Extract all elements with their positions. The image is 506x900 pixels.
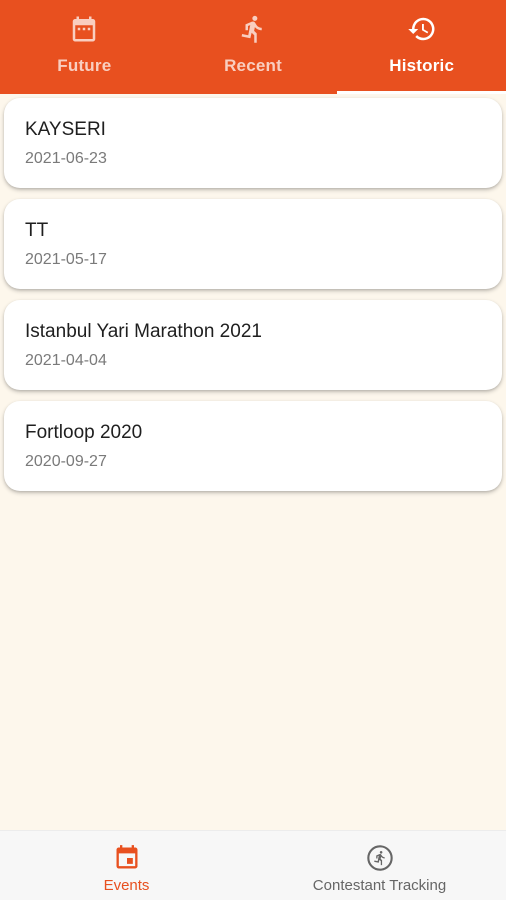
active-tab-indicator — [337, 91, 506, 94]
event-date: 2021-05-17 — [25, 251, 107, 268]
nav-events[interactable]: Events — [0, 831, 253, 900]
running-icon — [241, 15, 262, 43]
nav-contestant-tracking-label: Contestant Tracking — [312, 877, 447, 894]
event-card[interactable]: Fortloop 2020 2020-09-27 — [4, 401, 502, 491]
event-title: KAYSERI — [25, 119, 106, 140]
nav-events-label: Events — [103, 877, 150, 894]
event-date: 2021-04-04 — [25, 352, 107, 369]
runner-circle-icon — [366, 845, 393, 871]
event-card[interactable]: TT 2021-05-17 — [4, 199, 502, 289]
event-list: KAYSERI 2021-06-23 TT 2021-05-17 Istanbu… — [4, 98, 502, 502]
tab-future[interactable]: Future — [0, 0, 169, 94]
event-title: Istanbul Yari Marathon 2021 — [25, 321, 262, 342]
nav-contestant-tracking[interactable]: Contestant Tracking — [253, 831, 506, 900]
tab-future-label: Future — [57, 56, 112, 75]
tab-historic[interactable]: Historic — [337, 0, 506, 94]
bottom-navigation: Events Contestant Tracking — [0, 830, 506, 900]
event-card[interactable]: KAYSERI 2021-06-23 — [4, 98, 502, 188]
event-title: TT — [25, 220, 49, 241]
event-title: Fortloop 2020 — [25, 422, 143, 443]
event-date: 2021-06-23 — [25, 150, 107, 167]
top-tab-bar: Future Recent Historic — [0, 0, 506, 94]
event-date: 2020-09-27 — [25, 453, 107, 470]
tab-recent-label: Recent — [224, 56, 282, 75]
calendar-icon — [73, 16, 96, 42]
tab-historic-label: Historic — [389, 56, 455, 75]
history-icon — [407, 17, 435, 41]
tab-recent[interactable]: Recent — [169, 0, 338, 94]
event-calendar-icon — [116, 845, 137, 869]
event-card[interactable]: Istanbul Yari Marathon 2021 2021-04-04 — [4, 300, 502, 390]
